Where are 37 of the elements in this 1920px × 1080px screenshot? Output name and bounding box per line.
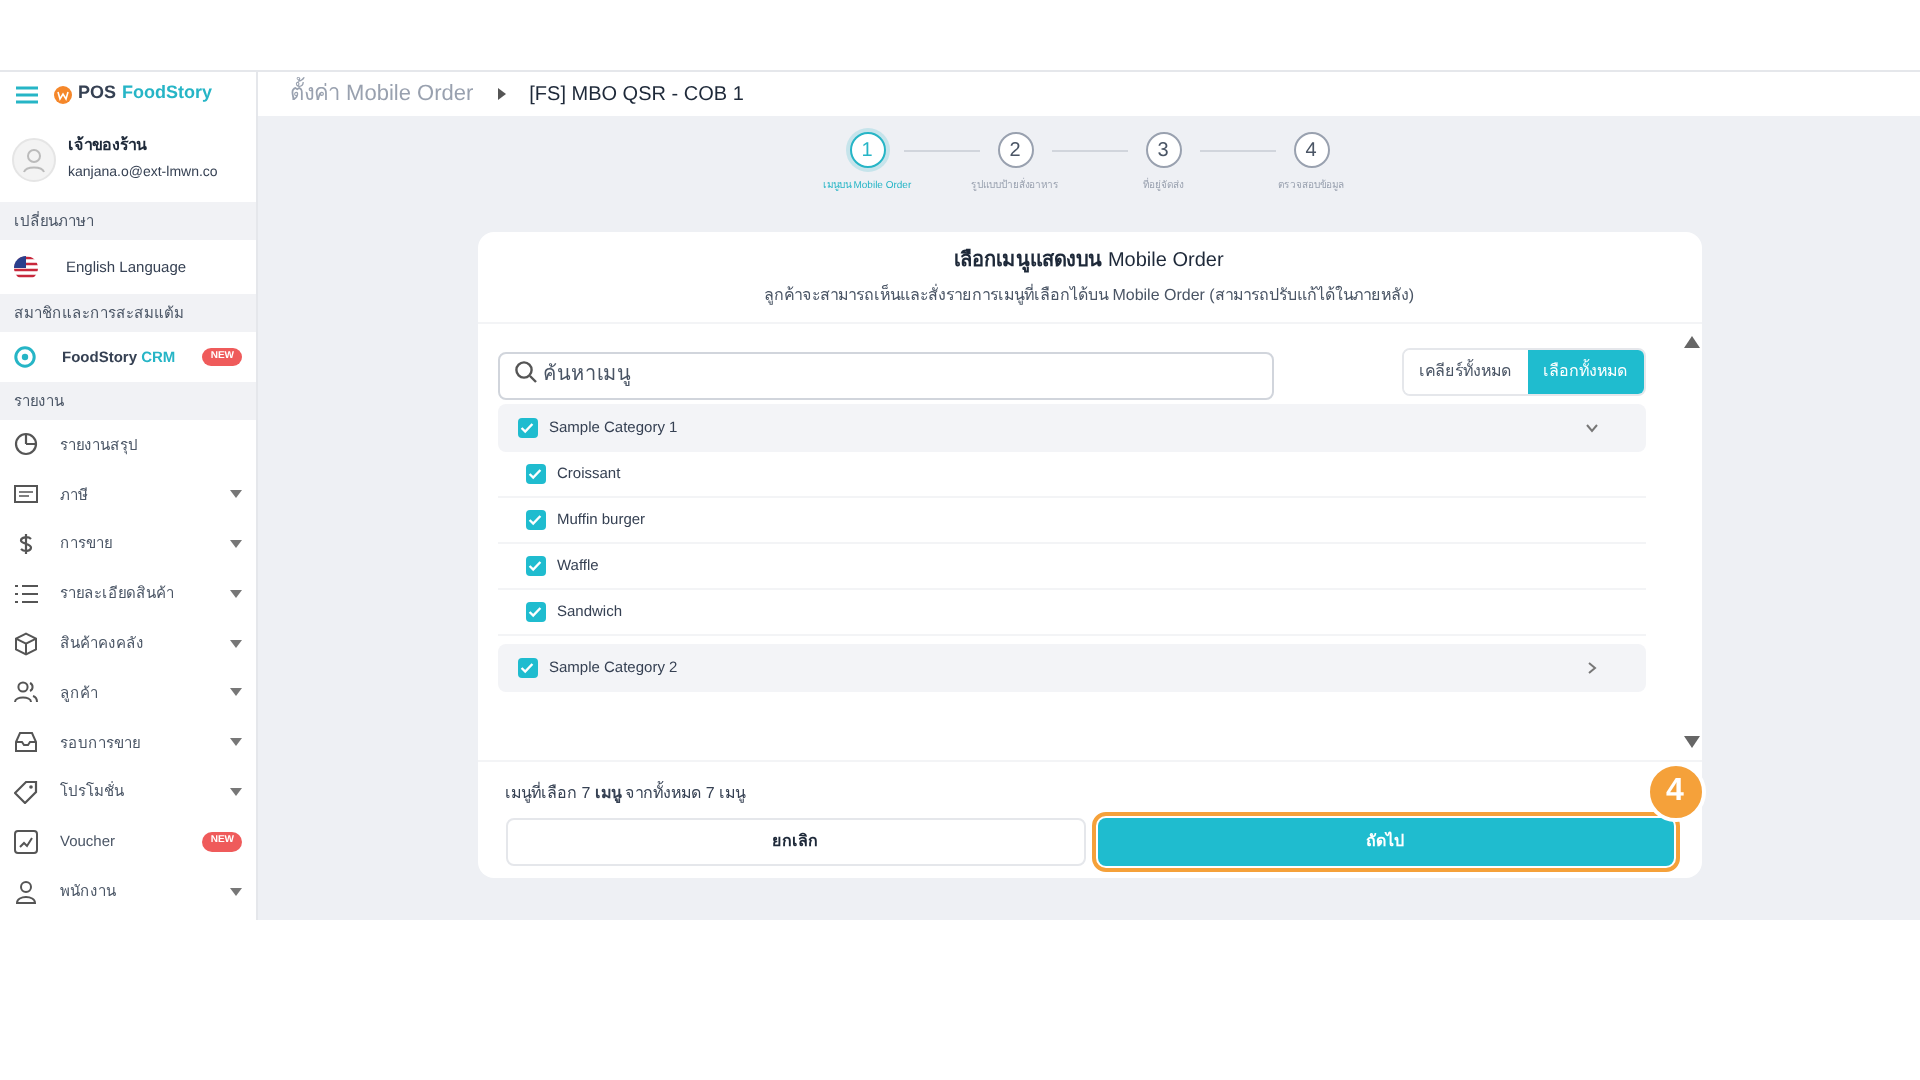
- menu-item-icon: [14, 730, 38, 755]
- breadcrumb-arrow-icon: [497, 88, 506, 100]
- menu-item-icon: [14, 680, 38, 705]
- checkbox[interactable]: [517, 658, 537, 678]
- checkbox[interactable]: [525, 556, 545, 576]
- profile-role: เจ้าของร้าน: [68, 133, 149, 158]
- menu-item-icon: [14, 829, 38, 854]
- menu-item-icon: [14, 482, 38, 507]
- avatar-icon: [12, 137, 56, 181]
- checkbox[interactable]: [525, 464, 545, 484]
- logo-icon: [54, 85, 72, 103]
- scroll-down-icon[interactable]: [1683, 736, 1699, 748]
- checkbox[interactable]: [525, 602, 545, 622]
- menu-item-icon: [14, 432, 38, 457]
- menu-item-icon: [14, 581, 38, 606]
- checkbox[interactable]: [517, 418, 537, 438]
- target-icon: [14, 346, 36, 368]
- menu-item-icon: [14, 631, 38, 656]
- menu-item-icon: [14, 879, 38, 904]
- selection-summary: เมนูที่เลือก 7 เมนู จากทั้งหมด 7 เมนู: [505, 782, 748, 806]
- scroll-up-icon[interactable]: [1683, 336, 1699, 348]
- cancel-button[interactable]: ยกเลิก: [505, 818, 1085, 866]
- chevron-icon[interactable]: [1585, 422, 1597, 434]
- card-title: เลือกเมนูแสดงบน Mobile Order: [954, 246, 1224, 276]
- logo-text: POS: [78, 80, 117, 107]
- flag-icon: [14, 255, 38, 279]
- chevron-icon[interactable]: [1585, 662, 1597, 674]
- menu-item-icon: [14, 779, 38, 804]
- menu-item-icon: [14, 531, 38, 556]
- search-icon: [513, 360, 537, 384]
- search-field[interactable]: ค้นหาเมนู: [497, 351, 1273, 399]
- menu-icon[interactable]: [16, 85, 38, 103]
- step-number-badge: 4: [1645, 762, 1705, 822]
- breadcrumb-current: [FS] MBO QSR - COB 1: [529, 81, 744, 109]
- card-subtitle: ลูกค้าจะสามารถเห็นและสั่งรายการเมนูที่เลือกได้บน Mobile Order (สามารถปรับแก้ได้ในภายหลัง): [763, 284, 1414, 308]
- checkbox[interactable]: [525, 510, 545, 530]
- logo-brand: FoodStory: [122, 80, 213, 107]
